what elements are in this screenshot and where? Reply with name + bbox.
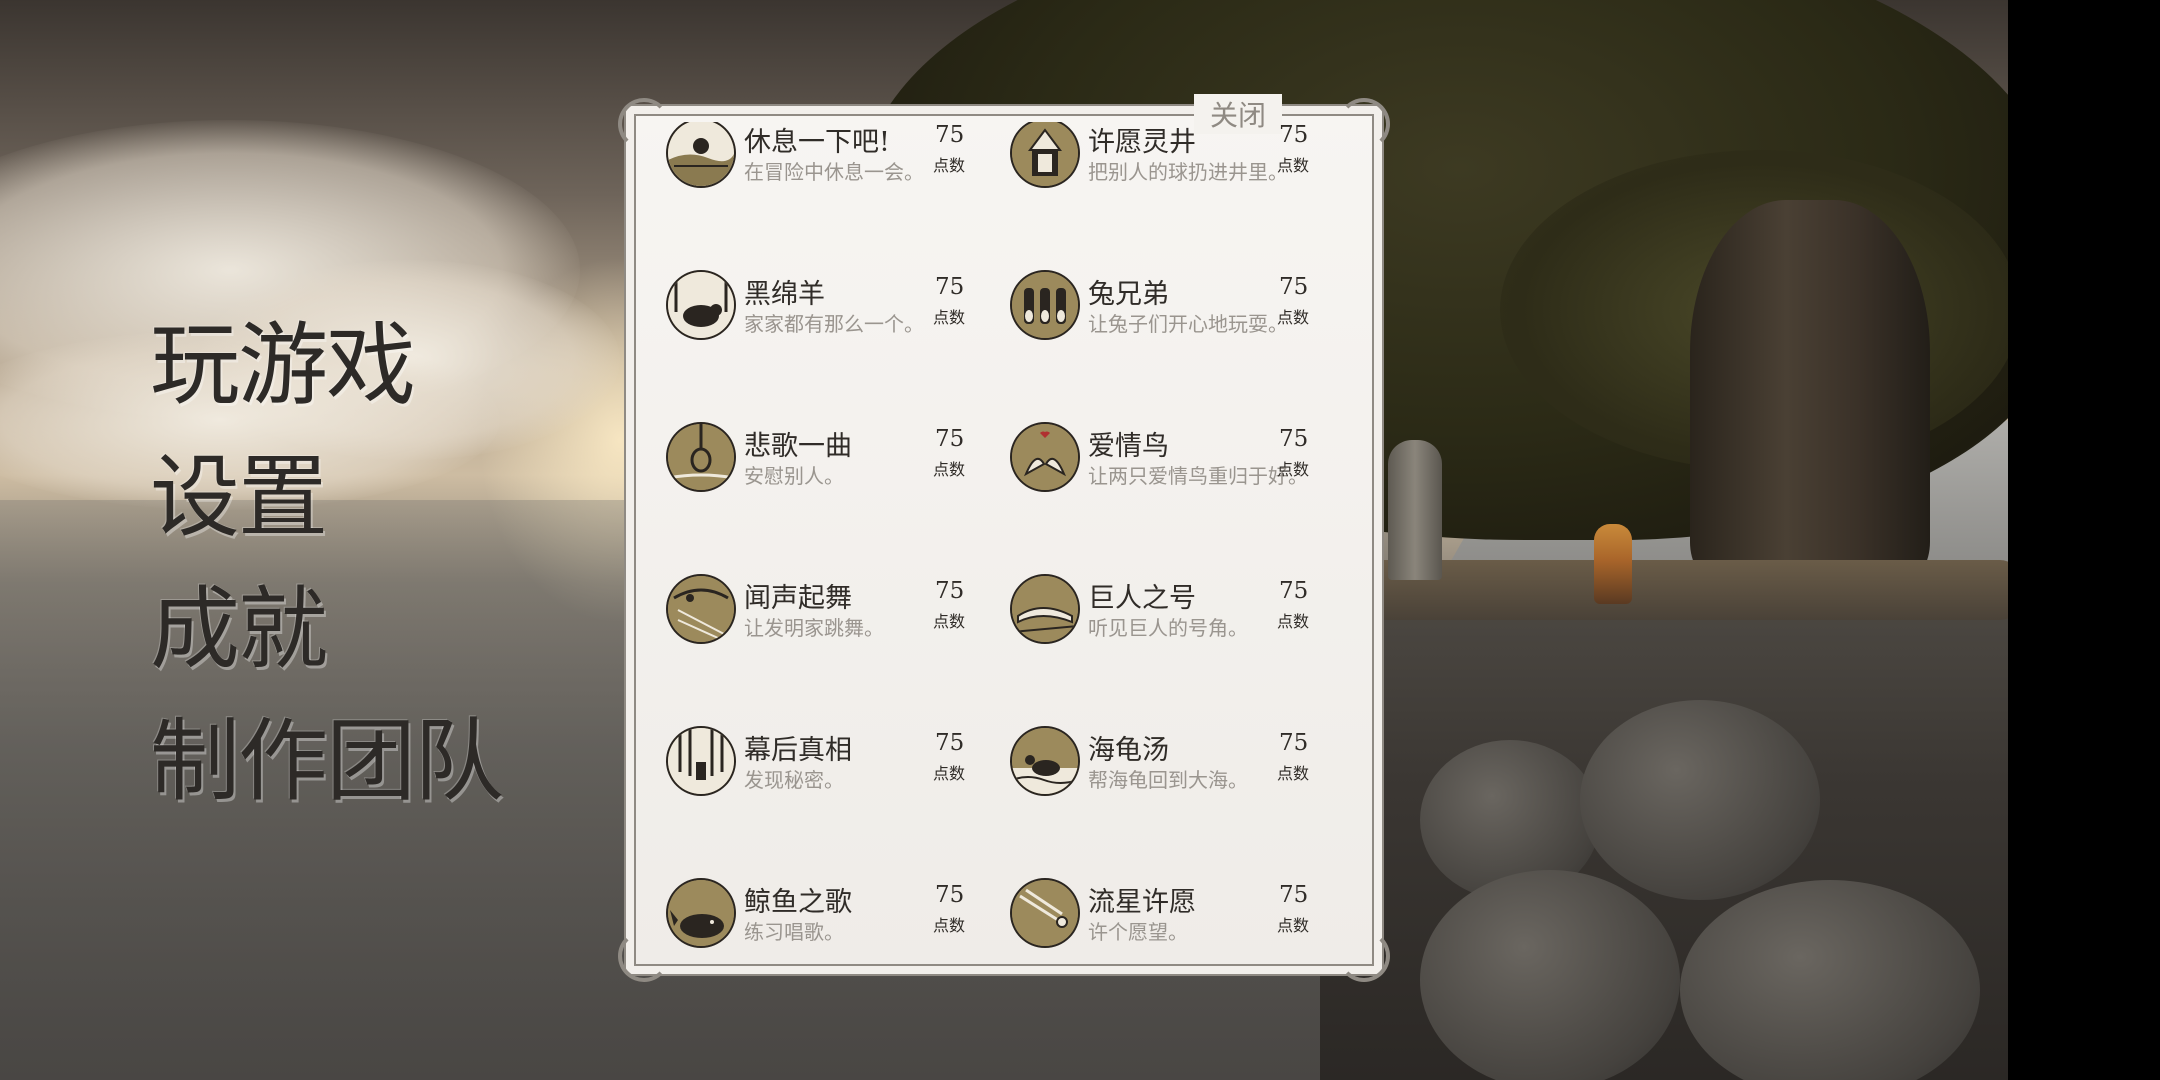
achievement-title: 海龟汤 (1088, 735, 1169, 766)
achievement-points-unit: 点数 (1277, 156, 1310, 175)
achievement-points: 75 (935, 122, 965, 148)
achievement-title: 黑绵羊 (744, 279, 825, 310)
achievement-item[interactable]: 爱情鸟 让两只爱情鸟重归于好。 75 点数 (982, 402, 1326, 554)
achievement-title: 幕后真相 (744, 735, 852, 766)
achievement-item[interactable]: 流星许愿 许个愿望。 75 点数 (982, 858, 1326, 958)
achievement-title: 悲歌一曲 (744, 431, 852, 462)
achievement-item[interactable]: 闻声起舞 让发明家跳舞。 75 点数 (638, 554, 982, 706)
dancing-note-icon (668, 576, 734, 642)
achievement-points-unit: 点数 (933, 612, 966, 631)
achievement-points-unit: 点数 (933, 916, 966, 935)
achievement-description: 让发明家跳舞。 (744, 616, 884, 640)
achievements-panel: 关闭 休息一下吧! 在冒险中休息一会。 75 点数 许愿灵井 把别人的球扔进井里。 75 点数… (618, 94, 1390, 982)
achievement-points: 75 (1279, 274, 1309, 300)
achievement-points-unit: 点数 (933, 764, 966, 783)
achievement-title: 闻声起舞 (744, 583, 852, 614)
achievement-item[interactable]: 鲸鱼之歌 练习唱歌。 75 点数 (638, 858, 982, 958)
achievement-points: 75 (1279, 730, 1309, 756)
achievement-points-unit: 点数 (1277, 764, 1310, 783)
achievement-description: 练习唱歌。 (744, 920, 844, 944)
giant-horn-icon (1012, 576, 1078, 642)
achievement-points: 75 (935, 274, 965, 300)
love-birds-icon (1012, 424, 1078, 490)
noose-icon (668, 424, 734, 490)
achievement-points: 75 (1279, 426, 1309, 452)
rock (1420, 870, 1680, 1080)
achievement-points-unit: 点数 (933, 308, 966, 327)
achievement-description: 安慰别人。 (744, 464, 844, 488)
rabbits-icon (1012, 272, 1078, 338)
achievement-description: 家家都有那么一个。 (744, 312, 924, 336)
achievement-description: 许个愿望。 (1088, 920, 1188, 944)
achievement-title: 休息一下吧! (744, 127, 890, 158)
achievement-points-unit: 点数 (1277, 308, 1310, 327)
achievement-description: 帮海龟回到大海。 (1088, 768, 1248, 792)
achievement-title: 兔兄弟 (1088, 279, 1169, 310)
achievement-points-unit: 点数 (1277, 460, 1310, 479)
achievement-title: 许愿灵井 (1088, 127, 1196, 158)
achievement-description: 让两只爱情鸟重归于好。 (1088, 464, 1308, 488)
menu-credits[interactable]: 制作团队 (150, 696, 504, 828)
achievement-points-unit: 点数 (933, 460, 966, 479)
achievement-description: 在冒险中休息一会。 (744, 160, 924, 184)
achievement-points-unit: 点数 (1277, 916, 1310, 935)
achievement-description: 把别人的球扔进井里。 (1088, 160, 1288, 184)
achievement-item[interactable]: 悲歌一曲 安慰别人。 75 点数 (638, 402, 982, 554)
shooting-star-icon (1012, 880, 1078, 946)
achievement-description: 听见巨人的号角。 (1088, 616, 1248, 640)
achievement-description: 让兔子们开心地玩耍。 (1088, 312, 1288, 336)
achievement-points: 75 (935, 426, 965, 452)
menu-achievements[interactable]: 成就 (150, 564, 502, 696)
achievement-title: 爱情鸟 (1088, 431, 1169, 462)
achievement-points: 75 (935, 882, 965, 908)
achievement-item[interactable]: 休息一下吧! 在冒险中休息一会。 75 点数 (638, 122, 982, 250)
resting-landscape-icon (668, 122, 734, 186)
sea-turtle-icon (1012, 728, 1078, 794)
whale-icon (668, 880, 734, 946)
gravestone (1388, 440, 1442, 580)
achievement-points: 75 (935, 730, 965, 756)
achievement-item[interactable]: 兔兄弟 让兔子们开心地玩耍。 75 点数 (982, 250, 1326, 402)
achievement-points-unit: 点数 (1277, 612, 1310, 631)
black-sheep-icon (668, 272, 734, 338)
achievement-description: 发现秘密。 (744, 768, 844, 792)
wishing-well-icon (1012, 122, 1078, 186)
player-character (1594, 524, 1632, 604)
achievement-points: 75 (1279, 882, 1309, 908)
achievement-item[interactable]: 海龟汤 帮海龟回到大海。 75 点数 (982, 706, 1326, 858)
rock (1580, 700, 1820, 900)
achievement-title: 巨人之号 (1088, 583, 1196, 614)
menu-play-game[interactable]: 玩游戏 (150, 300, 502, 432)
achievement-title: 鲸鱼之歌 (744, 887, 852, 918)
achievement-points: 75 (1279, 578, 1309, 604)
cliff-ledge (1360, 560, 2008, 620)
achievement-item[interactable]: 许愿灵井 把别人的球扔进井里。 75 点数 (982, 122, 1326, 250)
achievements-list[interactable]: 休息一下吧! 在冒险中休息一会。 75 点数 许愿灵井 把别人的球扔进井里。 75 点数 黑绵羊… (638, 122, 1374, 958)
tree-trunk (1690, 200, 1930, 580)
achievement-item[interactable]: 黑绵羊 家家都有那么一个。 75 点数 (638, 250, 982, 402)
main-menu: 玩游戏 设置 成就 制作团队 (150, 300, 504, 828)
achievement-points: 75 (935, 578, 965, 604)
achievement-points-unit: 点数 (933, 156, 966, 175)
achievement-item[interactable]: 巨人之号 听见巨人的号角。 75 点数 (982, 554, 1326, 706)
menu-settings[interactable]: 设置 (150, 432, 502, 564)
achievement-points: 75 (1279, 122, 1309, 148)
achievement-title: 流星许愿 (1088, 887, 1196, 918)
curtain-secret-icon (668, 728, 734, 794)
achievement-item[interactable]: 幕后真相 发现秘密。 75 点数 (638, 706, 982, 858)
